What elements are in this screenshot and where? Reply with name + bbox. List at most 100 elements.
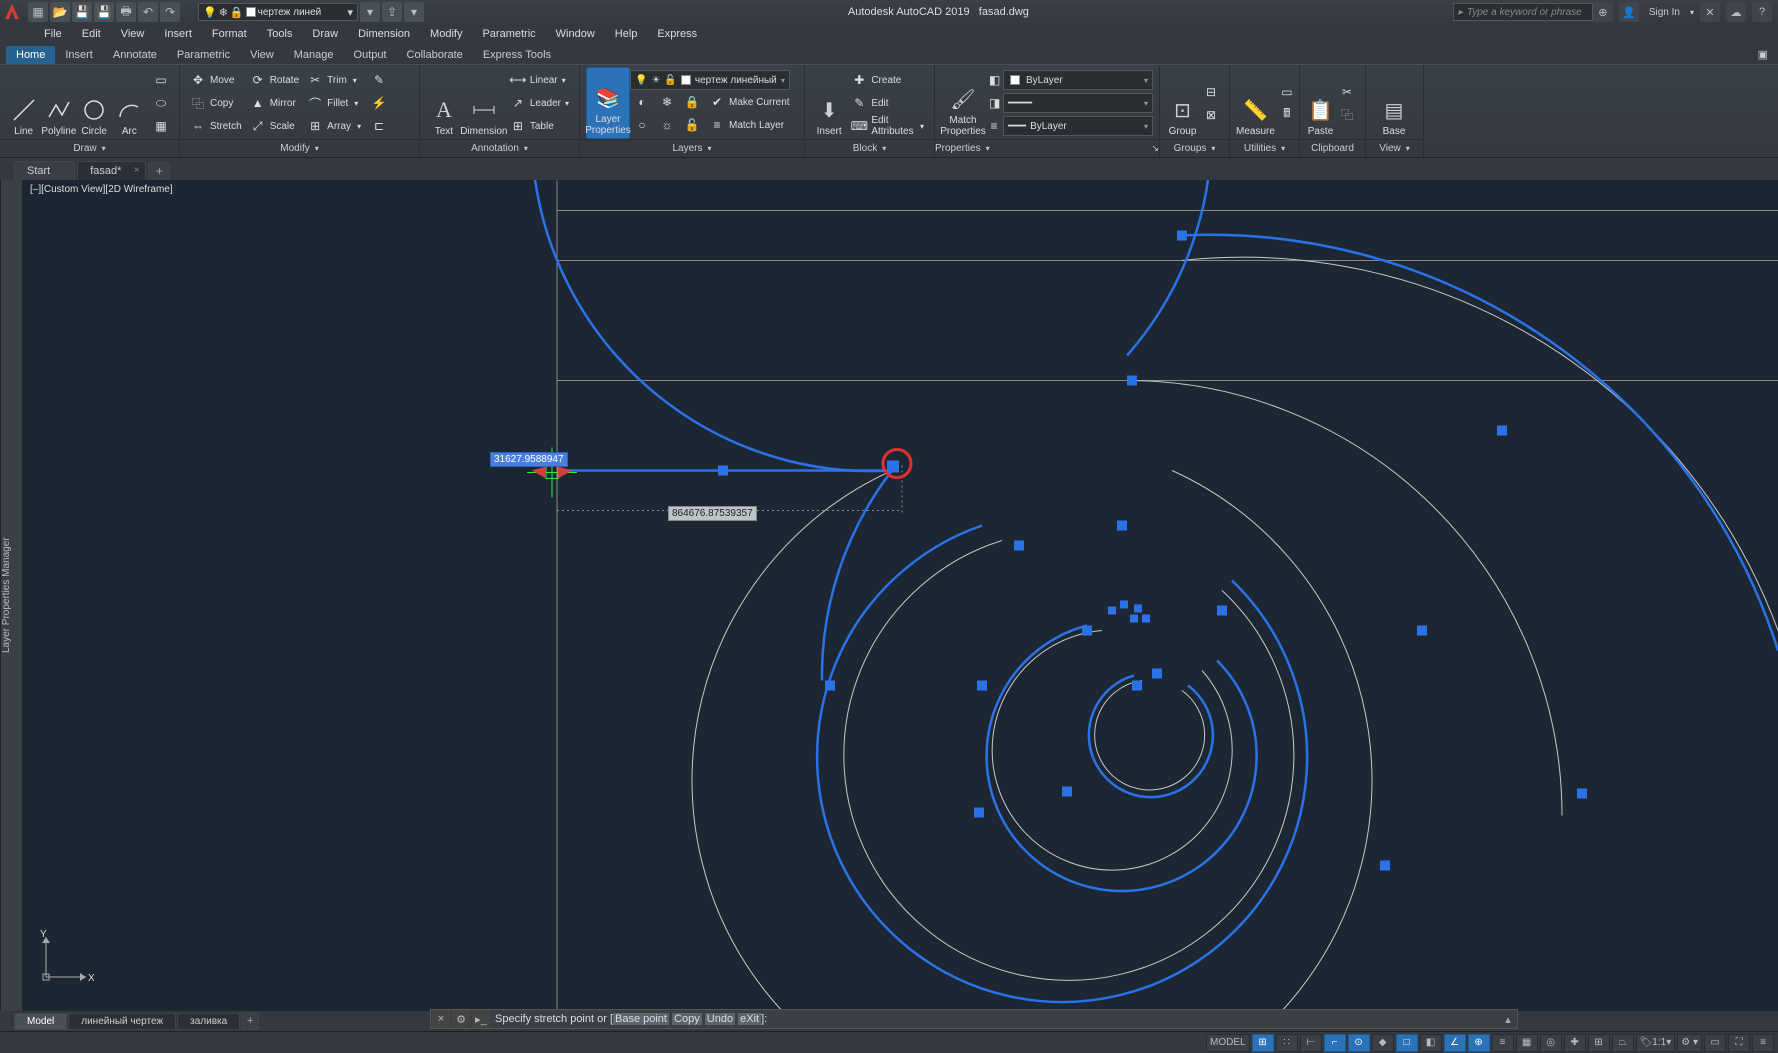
menu-edit[interactable]: Edit bbox=[72, 26, 111, 42]
matchprops-button[interactable]: 🖌Match Properties bbox=[941, 67, 985, 139]
exchange-icon[interactable]: ✕ bbox=[1700, 2, 1720, 22]
group-button[interactable]: ⊡Group bbox=[1166, 67, 1199, 139]
qat-more-icon[interactable]: ▾ bbox=[360, 2, 380, 22]
blockedit-button[interactable]: ✎Edit bbox=[847, 92, 928, 114]
search-input[interactable]: ▸Type a keyword or phrase bbox=[1453, 3, 1593, 21]
ribbon-search-icon[interactable]: ▣ bbox=[1748, 45, 1778, 64]
calc-icon[interactable]: 🖩 bbox=[1275, 104, 1299, 126]
signin-icon[interactable]: 👤 bbox=[1619, 2, 1639, 22]
qat-layer-combo[interactable]: 💡❄🔒 чертеж линей ▾ bbox=[198, 3, 358, 21]
layer-lock-icon[interactable]: 🔒 bbox=[680, 91, 704, 113]
filetab-current[interactable]: fasad*× bbox=[77, 161, 146, 180]
menu-file[interactable]: File bbox=[34, 26, 72, 42]
status-snap-icon[interactable]: ∷ bbox=[1276, 1034, 1298, 1052]
base-button[interactable]: ▤Base bbox=[1372, 67, 1416, 139]
new-icon[interactable]: ▦ bbox=[28, 2, 48, 22]
ungroup-icon[interactable]: ⊟ bbox=[1199, 81, 1223, 103]
prop-1-icon[interactable]: ◧ bbox=[985, 69, 1003, 91]
dimension-button[interactable]: Dimension bbox=[462, 67, 506, 139]
infocenter-icon[interactable]: ⊕ bbox=[1593, 2, 1613, 22]
erase-icon[interactable]: ✎ bbox=[367, 69, 391, 91]
status-otrack-icon[interactable]: ∠ bbox=[1444, 1034, 1466, 1052]
menu-tools[interactable]: Tools bbox=[257, 26, 303, 42]
layer-combo[interactable]: 💡☀🔓 чертеж линейный▾ bbox=[630, 70, 790, 90]
status-ortho-icon[interactable]: ⌐ bbox=[1324, 1034, 1346, 1052]
status-osnap-icon[interactable]: □ bbox=[1396, 1034, 1418, 1052]
status-cleanscreen-icon[interactable]: ⛶ bbox=[1728, 1034, 1750, 1052]
menu-express[interactable]: Express bbox=[647, 26, 707, 42]
create-button[interactable]: ✚Create bbox=[847, 69, 928, 91]
matchlayer-button[interactable]: ≡Match Layer bbox=[705, 114, 788, 136]
status-transparency-icon[interactable]: ▦ bbox=[1516, 1034, 1538, 1052]
status-lwt-icon[interactable]: ≡ bbox=[1492, 1034, 1514, 1052]
hatch-icon[interactable]: ▦ bbox=[149, 115, 173, 137]
paste-button[interactable]: 📋Paste bbox=[1306, 67, 1335, 139]
tab-insert[interactable]: Insert bbox=[55, 46, 103, 64]
status-dyninput-icon[interactable]: ⊕ bbox=[1468, 1034, 1490, 1052]
cmd-custom-icon[interactable]: ⚙ bbox=[452, 1010, 470, 1028]
a360-icon[interactable]: ☁ bbox=[1726, 2, 1746, 22]
status-iso-icon[interactable]: ◆ bbox=[1372, 1034, 1394, 1052]
drawing-canvas[interactable]: [–][Custom View][2D Wireframe] bbox=[0, 180, 1778, 1011]
cmd-close-icon[interactable]: × bbox=[432, 1010, 450, 1028]
scale-button[interactable]: ⤢Scale bbox=[246, 115, 303, 137]
tab-manage[interactable]: Manage bbox=[284, 46, 344, 64]
tab-home[interactable]: Home bbox=[6, 46, 55, 64]
ellipse-icon[interactable]: ⬭ bbox=[149, 92, 173, 114]
menu-view[interactable]: View bbox=[111, 26, 155, 42]
undo-icon[interactable]: ↶ bbox=[138, 2, 158, 22]
filetab-start[interactable]: Start bbox=[14, 161, 75, 180]
offset-icon[interactable]: ⊏ bbox=[367, 115, 391, 137]
select-icon[interactable]: ▭ bbox=[1275, 81, 1299, 103]
plot-icon[interactable]: 🖶 bbox=[116, 2, 136, 22]
redo-icon[interactable]: ↷ bbox=[160, 2, 180, 22]
measure-button[interactable]: 📏Measure bbox=[1236, 67, 1275, 139]
layout-model[interactable]: Model bbox=[14, 1013, 67, 1030]
move-button[interactable]: ✥Move bbox=[186, 69, 246, 91]
linetype-combo[interactable]: ━━━ByLayer▾ bbox=[1003, 116, 1153, 136]
menu-parametric[interactable]: Parametric bbox=[472, 26, 545, 42]
array-button[interactable]: ⊞Array▾ bbox=[303, 115, 365, 137]
status-hardware-icon[interactable]: ▭ bbox=[1704, 1034, 1726, 1052]
status-qprops-icon[interactable]: ⊞ bbox=[1588, 1034, 1610, 1052]
status-custom-icon[interactable]: ≡ bbox=[1752, 1034, 1774, 1052]
status-polar-icon[interactable]: ⊙ bbox=[1348, 1034, 1370, 1052]
rotate-button[interactable]: ⟳Rotate bbox=[246, 69, 303, 91]
rectangle-icon[interactable]: ▭ bbox=[149, 69, 173, 91]
color-combo[interactable]: ByLayer▾ bbox=[1003, 70, 1153, 90]
leader-button[interactable]: ↗Leader▾ bbox=[506, 92, 573, 114]
save-icon[interactable]: 💾 bbox=[72, 2, 92, 22]
status-3dosnap-icon[interactable]: ◧ bbox=[1420, 1034, 1442, 1052]
makecurrent-button[interactable]: ✔Make Current bbox=[705, 91, 794, 113]
layer-properties-manager-bar[interactable]: Layer Properties Manager bbox=[0, 180, 22, 1011]
tab-view[interactable]: View bbox=[240, 46, 284, 64]
layer-iso-icon[interactable]: ◐ bbox=[630, 91, 654, 113]
linear-button[interactable]: ⟷Linear▾ bbox=[506, 69, 573, 91]
status-model[interactable]: MODEL bbox=[1206, 1034, 1250, 1052]
lineweight-combo[interactable]: ━━━━▾ bbox=[1003, 93, 1153, 113]
insert-button[interactable]: ⬇Insert bbox=[811, 67, 847, 139]
circle-button[interactable]: Circle bbox=[77, 67, 112, 139]
menu-format[interactable]: Format bbox=[202, 26, 257, 42]
layout-tab-2[interactable]: заливка bbox=[177, 1013, 240, 1030]
qat-dropdown-icon[interactable]: ▾ bbox=[404, 2, 424, 22]
close-icon[interactable]: × bbox=[134, 165, 140, 176]
editattr-button[interactable]: ⌨Edit Attributes▾ bbox=[847, 115, 928, 137]
arc-button[interactable]: Arc bbox=[112, 67, 147, 139]
cmd-history-icon[interactable]: ▴ bbox=[1499, 1013, 1517, 1026]
saveas-icon[interactable]: 💾 bbox=[94, 2, 114, 22]
layer-unlock-icon[interactable]: 🔓 bbox=[680, 114, 704, 136]
tab-annotate[interactable]: Annotate bbox=[103, 46, 167, 64]
tab-collaborate[interactable]: Collaborate bbox=[397, 46, 473, 64]
menu-modify[interactable]: Modify bbox=[420, 26, 472, 42]
status-annoscale[interactable]: 🏷 1:1 ▾ bbox=[1636, 1034, 1676, 1052]
status-infer-icon[interactable]: ⊢ bbox=[1300, 1034, 1322, 1052]
help-icon[interactable]: ? bbox=[1752, 2, 1772, 22]
status-workspace-icon[interactable]: ⚙ ▾ bbox=[1677, 1034, 1702, 1052]
dynamic-input-field[interactable]: 31627.9588947 bbox=[490, 452, 568, 467]
prop-2-icon[interactable]: ◨ bbox=[985, 92, 1003, 114]
signin-button[interactable]: Sign In bbox=[1645, 7, 1684, 18]
status-grid-icon[interactable]: ⊞ bbox=[1252, 1034, 1274, 1052]
fillet-button[interactable]: ⌒Fillet▾ bbox=[303, 92, 365, 114]
status-annomonitor-icon[interactable]: ✚ bbox=[1564, 1034, 1586, 1052]
